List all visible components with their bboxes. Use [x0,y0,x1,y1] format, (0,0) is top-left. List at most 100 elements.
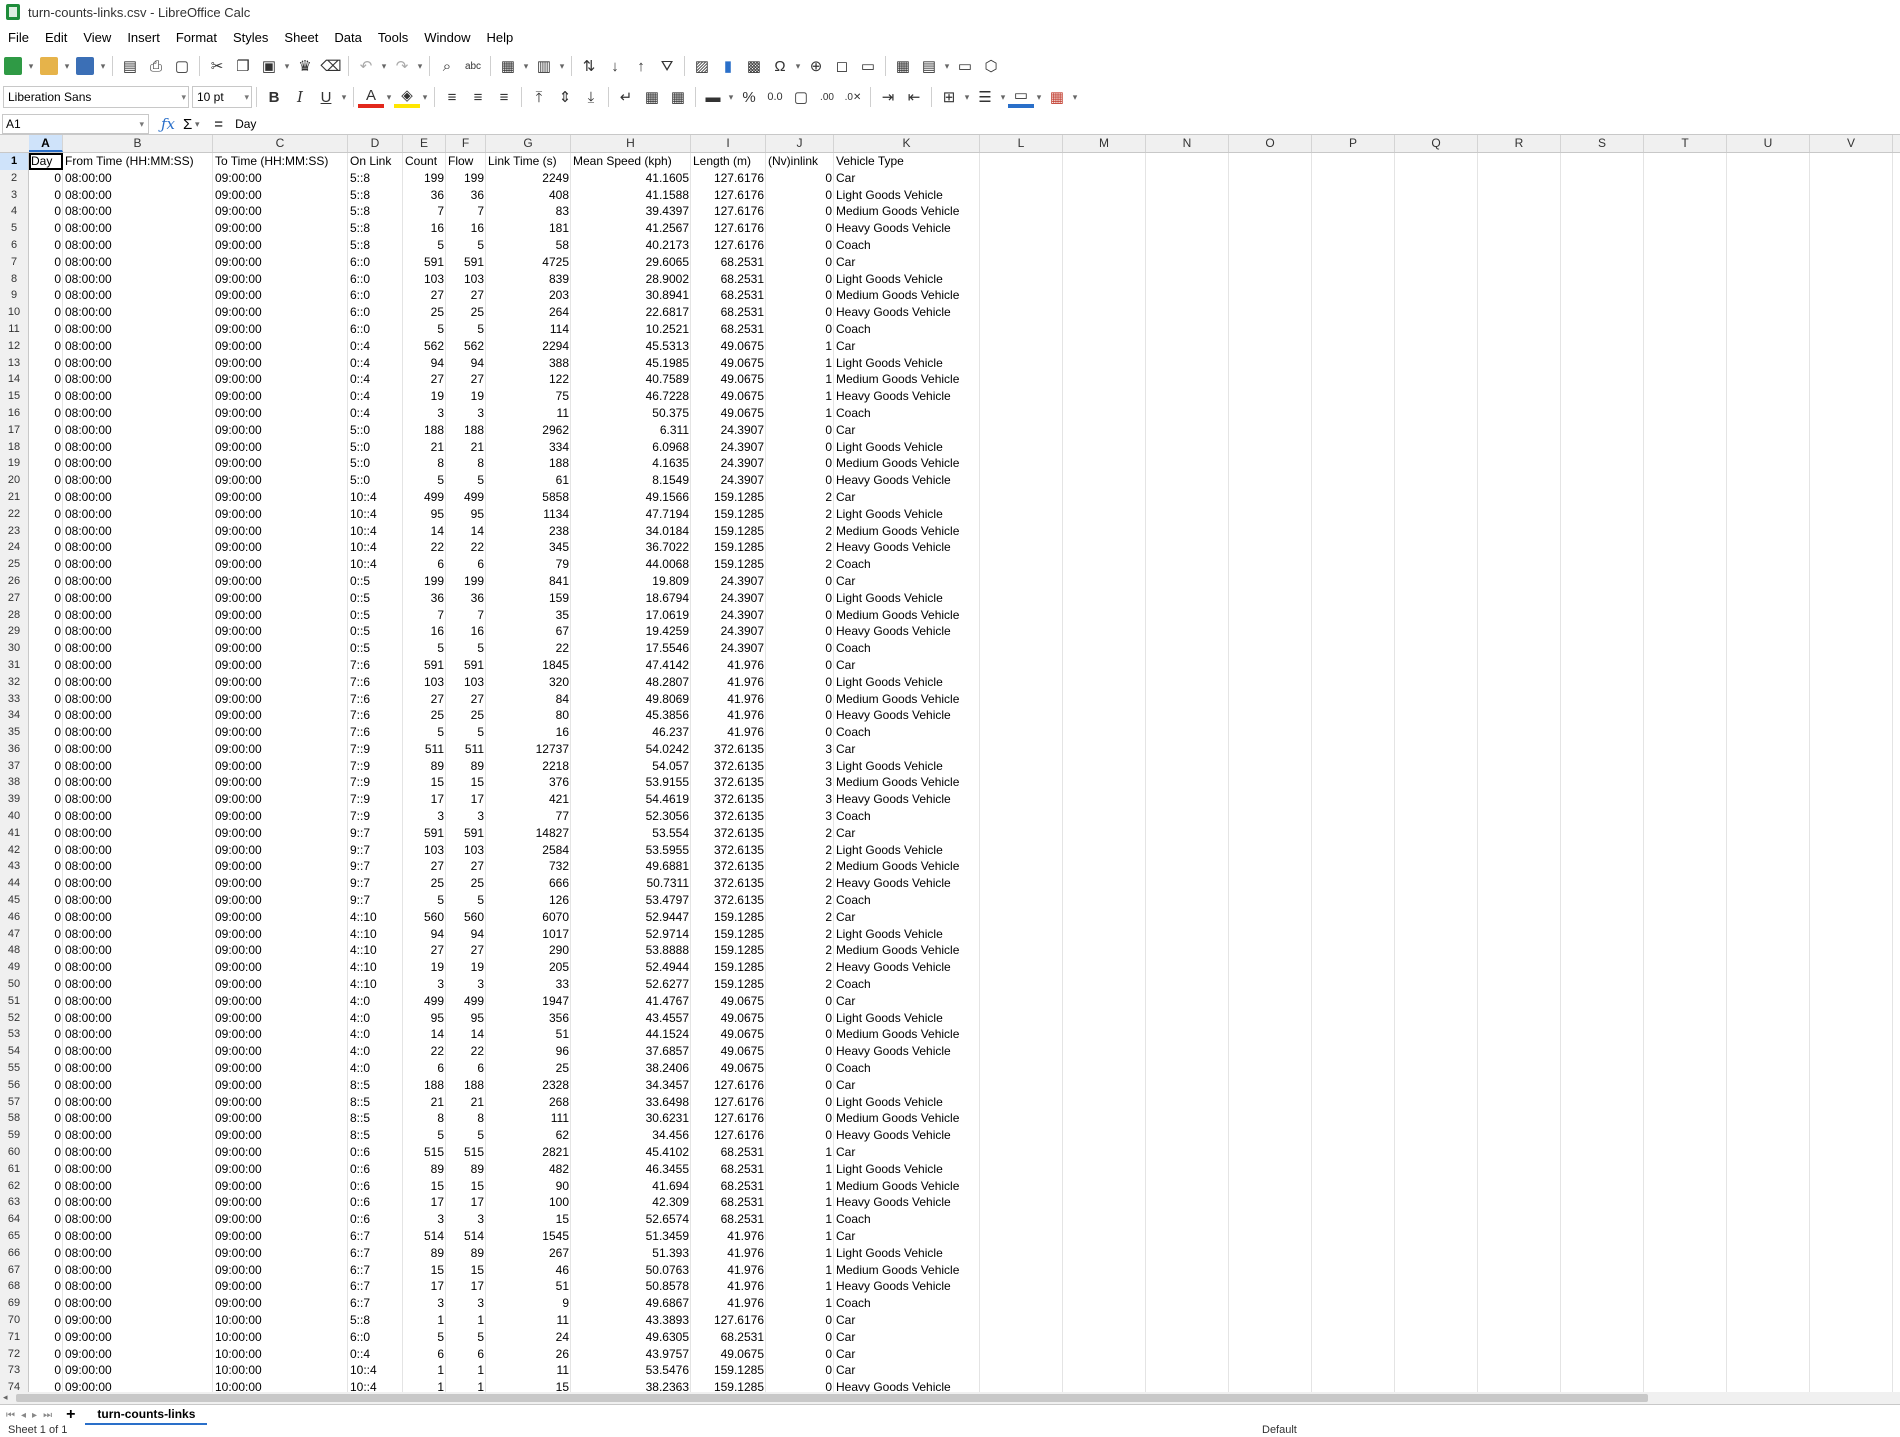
cell-c66[interactable]: 09:00:00 [213,1245,348,1262]
cell-k35[interactable]: Coach [834,724,980,741]
cell-d9[interactable]: 6::0 [348,287,403,304]
cell-g74[interactable]: 15 [486,1379,571,1393]
cell-k26[interactable]: Car [834,573,980,590]
cell-g32[interactable]: 320 [486,674,571,691]
freeze-dropdown-icon[interactable]: ▾ [942,54,952,78]
cell-c34[interactable]: 09:00:00 [213,707,348,724]
cell-f46[interactable]: 560 [446,909,486,926]
cell-a54[interactable]: 0 [29,1043,63,1060]
cell-f57[interactable]: 21 [446,1094,486,1111]
open-dropdown-icon[interactable]: ▾ [62,54,72,78]
cell-d73[interactable]: 10::4 [348,1362,403,1379]
cell-c49[interactable]: 09:00:00 [213,959,348,976]
cell-f30[interactable]: 5 [446,640,486,657]
cell-j4[interactable]: 0 [766,203,834,220]
column-header-c[interactable]: C [213,135,348,152]
cell-f65[interactable]: 514 [446,1228,486,1245]
cell-i3[interactable]: 127.6176 [691,187,766,204]
autofilter-icon[interactable]: ⛛ [654,54,680,78]
cell-j64[interactable]: 1 [766,1211,834,1228]
cell-e74[interactable]: 1 [403,1379,446,1393]
cell-k50[interactable]: Coach [834,976,980,993]
cell-j63[interactable]: 1 [766,1194,834,1211]
cell-f68[interactable]: 17 [446,1278,486,1295]
cell-h45[interactable]: 53.4797 [571,892,691,909]
cell-d36[interactable]: 7::9 [348,741,403,758]
cell-g29[interactable]: 67 [486,623,571,640]
cell-h30[interactable]: 17.5546 [571,640,691,657]
border-style-icon[interactable]: ☰ [972,85,998,109]
cell-k52[interactable]: Light Goods Vehicle [834,1010,980,1027]
menu-edit[interactable]: Edit [37,30,75,45]
new-document-icon[interactable] [0,54,26,78]
cell-i1[interactable]: Length (m) [691,153,766,170]
cell-i58[interactable]: 127.6176 [691,1110,766,1127]
cell-g13[interactable]: 388 [486,355,571,372]
paste-icon[interactable]: ▣ [256,54,282,78]
cell-b1[interactable]: From Time (HH:MM:SS) [63,153,213,170]
cell-f23[interactable]: 14 [446,523,486,540]
cell-j35[interactable]: 0 [766,724,834,741]
cell-f33[interactable]: 27 [446,691,486,708]
cell-k1[interactable]: Vehicle Type [834,153,980,170]
cell-f20[interactable]: 5 [446,472,486,489]
cell-f1[interactable]: Flow [446,153,486,170]
cell-e62[interactable]: 15 [403,1178,446,1195]
cell-j70[interactable]: 0 [766,1312,834,1329]
row-header[interactable]: 72 [0,1345,29,1363]
cell-a27[interactable]: 0 [29,590,63,607]
cell-f6[interactable]: 5 [446,237,486,254]
cell-h59[interactable]: 34.456 [571,1127,691,1144]
cell-h74[interactable]: 38.2363 [571,1379,691,1393]
row-header[interactable]: 13 [0,354,29,372]
cell-f8[interactable]: 103 [446,271,486,288]
cell-e3[interactable]: 36 [403,187,446,204]
insert-chart-icon[interactable]: ▮ [715,54,741,78]
cell-i73[interactable]: 159.1285 [691,1362,766,1379]
row-header[interactable]: 30 [0,640,29,657]
cell-g23[interactable]: 238 [486,523,571,540]
cell-h13[interactable]: 45.1985 [571,355,691,372]
cell-i42[interactable]: 372.6135 [691,842,766,859]
cell-b65[interactable]: 08:00:00 [63,1228,213,1245]
cell-b66[interactable]: 08:00:00 [63,1245,213,1262]
cell-j3[interactable]: 0 [766,187,834,204]
cell-b15[interactable]: 08:00:00 [63,388,213,405]
cell-h64[interactable]: 52.6574 [571,1211,691,1228]
cell-e44[interactable]: 25 [403,875,446,892]
cell-h51[interactable]: 41.4767 [571,993,691,1010]
sum-dropdown-icon[interactable]: ▾ [192,112,202,136]
font-color-icon[interactable]: A [358,86,384,108]
row-header[interactable]: 36 [0,740,29,758]
row-header[interactable]: 65 [0,1228,29,1245]
row-header[interactable]: 52 [0,1009,29,1027]
row-header[interactable]: 35 [0,724,29,741]
cell-i45[interactable]: 372.6135 [691,892,766,909]
cell-b3[interactable]: 08:00:00 [63,187,213,204]
cell-a14[interactable]: 0 [29,371,63,388]
cell-b25[interactable]: 08:00:00 [63,556,213,573]
cell-k23[interactable]: Medium Goods Vehicle [834,523,980,540]
cell-k44[interactable]: Heavy Goods Vehicle [834,875,980,892]
cell-i36[interactable]: 372.6135 [691,741,766,758]
cell-b4[interactable]: 08:00:00 [63,203,213,220]
cell-i40[interactable]: 372.6135 [691,808,766,825]
cell-f13[interactable]: 94 [446,355,486,372]
save-icon[interactable] [72,54,98,78]
cell-i59[interactable]: 127.6176 [691,1127,766,1144]
cell-d37[interactable]: 7::9 [348,758,403,775]
cell-j57[interactable]: 0 [766,1094,834,1111]
cell-b32[interactable]: 08:00:00 [63,674,213,691]
cell-a22[interactable]: 0 [29,506,63,523]
cell-e45[interactable]: 5 [403,892,446,909]
row-header[interactable]: 22 [0,505,29,523]
cell-b35[interactable]: 08:00:00 [63,724,213,741]
column-header-r[interactable]: R [1478,135,1561,152]
cell-e36[interactable]: 511 [403,741,446,758]
cell-d72[interactable]: 0::4 [348,1346,403,1363]
cell-j58[interactable]: 0 [766,1110,834,1127]
cell-e39[interactable]: 17 [403,791,446,808]
cell-g43[interactable]: 732 [486,858,571,875]
cell-g41[interactable]: 14827 [486,825,571,842]
font-color-dropdown-icon[interactable]: ▾ [384,85,394,109]
